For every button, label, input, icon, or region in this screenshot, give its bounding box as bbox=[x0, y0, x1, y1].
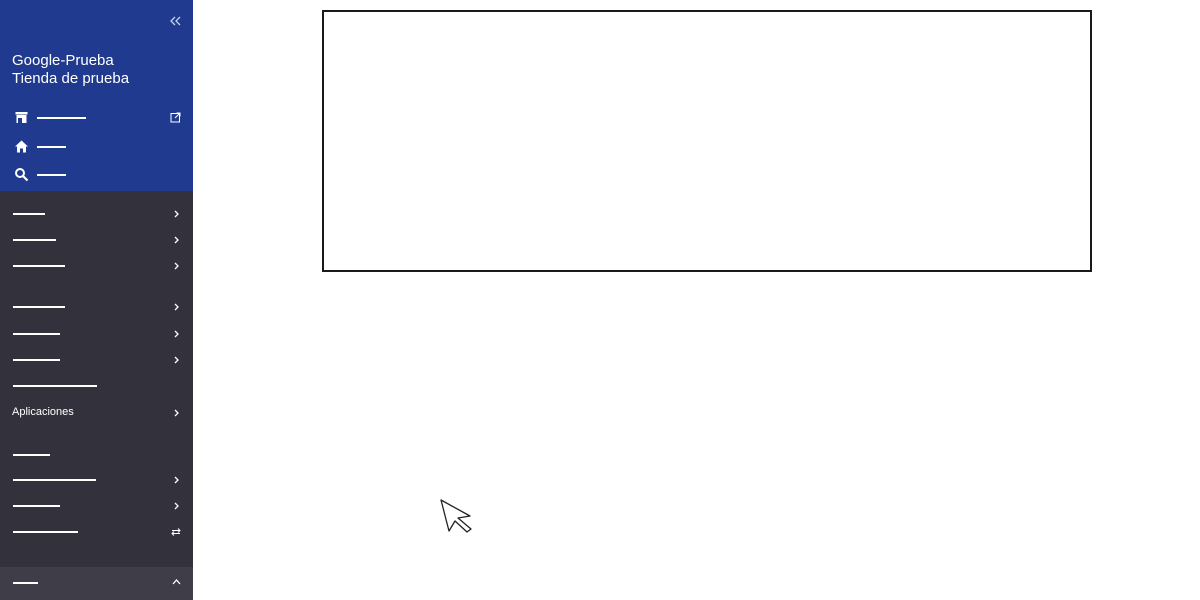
mouse-pointer-icon bbox=[440, 498, 474, 534]
chevron-right-icon bbox=[172, 302, 181, 312]
chevron-up-icon bbox=[171, 577, 182, 587]
chevron-right-icon bbox=[172, 209, 181, 219]
sidebar-item-label-placeholder bbox=[13, 213, 45, 215]
sidebar-item-6[interactable] bbox=[0, 348, 193, 372]
online-store-link[interactable] bbox=[12, 107, 187, 129]
swap-arrows-icon bbox=[170, 527, 182, 537]
sidebar-item-label-placeholder bbox=[13, 454, 50, 456]
search-link[interactable] bbox=[12, 164, 187, 186]
chevron-right-icon bbox=[172, 475, 181, 485]
sidebar-item-label-placeholder bbox=[13, 479, 96, 481]
sidebar-item-3[interactable] bbox=[0, 254, 193, 278]
sidebar-item-4[interactable] bbox=[0, 295, 193, 319]
sidebar-item-label-placeholder bbox=[13, 265, 65, 267]
sidebar-item-7[interactable] bbox=[0, 374, 193, 398]
store-name-line2: Tienda de prueba bbox=[12, 70, 130, 87]
sidebar-item-11[interactable] bbox=[0, 520, 193, 544]
home-label-placeholder bbox=[37, 146, 66, 148]
bottom-panel-label-placeholder bbox=[13, 582, 38, 584]
sidebar-item-9[interactable] bbox=[0, 468, 193, 492]
external-link-icon[interactable] bbox=[170, 112, 181, 123]
sidebar-item-label-placeholder bbox=[13, 531, 78, 533]
home-link[interactable] bbox=[12, 136, 187, 158]
sidebar-item-10[interactable] bbox=[0, 494, 193, 518]
chevron-right-icon bbox=[172, 501, 181, 511]
sidebar-item-8[interactable] bbox=[0, 443, 193, 467]
sidebar-item-apps-label: Aplicaciones bbox=[12, 406, 74, 418]
collapse-sidebar-button[interactable] bbox=[166, 12, 184, 30]
sidebar-item-apps[interactable]: Aplicaciones bbox=[0, 401, 193, 425]
sidebar-item-5[interactable] bbox=[0, 322, 193, 346]
search-icon bbox=[14, 167, 29, 182]
chevron-right-icon bbox=[172, 329, 181, 339]
chevron-right-icon bbox=[172, 261, 181, 271]
home-icon bbox=[14, 139, 29, 154]
main-content-frame bbox=[322, 10, 1092, 272]
sidebar-item-label-placeholder bbox=[13, 306, 65, 308]
sidebar-item-label-placeholder bbox=[13, 359, 60, 361]
sidebar-bottom-panel-toggle[interactable] bbox=[0, 567, 193, 600]
sidebar-item-1[interactable] bbox=[0, 202, 193, 226]
chevron-right-icon bbox=[172, 355, 181, 365]
sidebar-item-label-placeholder bbox=[13, 239, 56, 241]
store-name-line1: Google-Prueba bbox=[12, 52, 114, 69]
sidebar-item-label-placeholder bbox=[13, 385, 97, 387]
double-chevron-left-icon bbox=[170, 16, 181, 26]
sidebar-item-label-placeholder bbox=[13, 505, 60, 507]
search-label-placeholder bbox=[37, 174, 66, 176]
sidebar-item-2[interactable] bbox=[0, 228, 193, 252]
online-store-label-placeholder bbox=[37, 117, 86, 119]
sidebar-header: Google-Prueba Tienda de prueba bbox=[0, 0, 193, 191]
store-name[interactable]: Google-Prueba Tienda de prueba bbox=[12, 52, 187, 88]
chevron-right-icon bbox=[172, 408, 181, 418]
sidebar: Google-Prueba Tienda de prueba Aplicacio… bbox=[0, 0, 193, 600]
store-icon bbox=[14, 110, 29, 125]
sidebar-item-label-placeholder bbox=[13, 333, 60, 335]
chevron-right-icon bbox=[172, 235, 181, 245]
